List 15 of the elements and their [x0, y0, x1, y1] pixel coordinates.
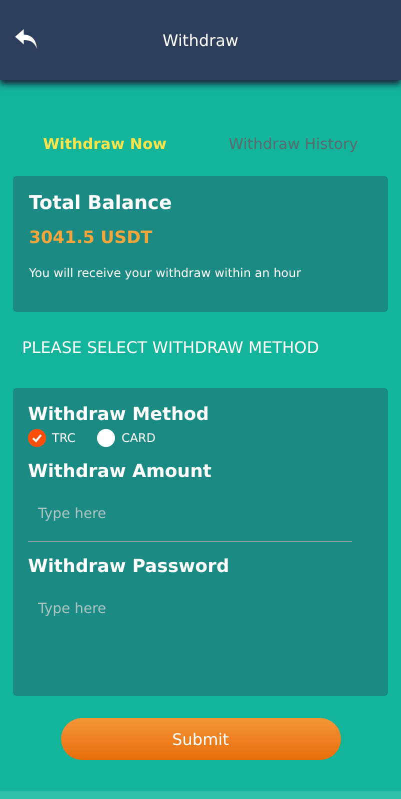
radio-option[interactable]: CARD	[97, 429, 156, 447]
balance-title: Total Balance	[29, 192, 172, 214]
input-field[interactable]: Type here	[28, 486, 352, 542]
balance-amount: 3041.5 USDT	[29, 228, 152, 248]
balance-note: You will receive your withdraw within an hour	[29, 266, 302, 280]
page-title: Withdraw	[162, 30, 238, 50]
tab[interactable]: Withdraw History	[218, 124, 368, 164]
field-label: Withdraw Password	[28, 556, 230, 577]
field-label: Withdraw Amount	[28, 461, 212, 482]
submit-button[interactable]: Submit	[60, 718, 340, 760]
input-field[interactable]: Type here	[28, 581, 352, 637]
tab[interactable]: Withdraw Now	[33, 124, 177, 164]
radio-option[interactable]: TRC	[28, 429, 76, 447]
method-label: Withdraw Method	[28, 404, 210, 425]
instruction-text: PLEASE SELECT WITHDRAW METHOD	[22, 338, 320, 359]
